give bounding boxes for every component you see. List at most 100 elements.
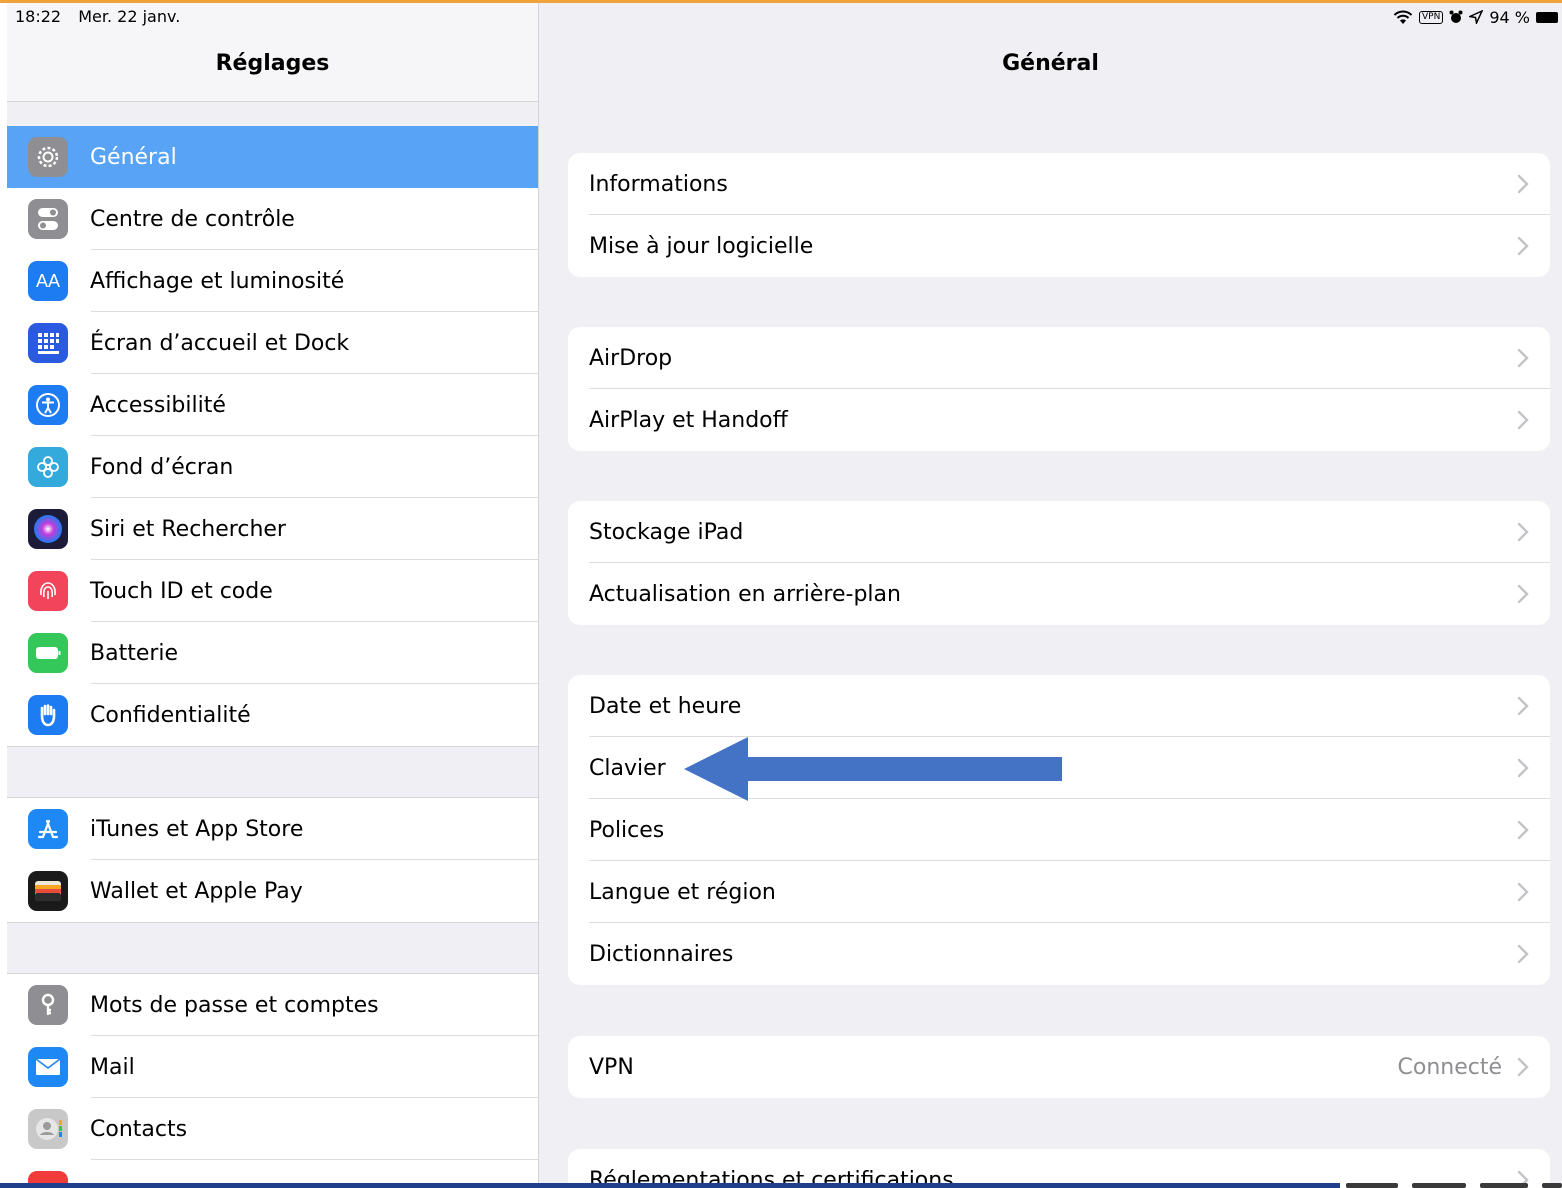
- bottom-decoration: [1346, 1183, 1562, 1188]
- accessibility-icon: [28, 385, 68, 425]
- sidebar-item-label: Siri et Rechercher: [90, 516, 286, 542]
- vpn-status-badge: VPN: [1419, 10, 1444, 24]
- sidebar-item-label: Touch ID et code: [90, 578, 273, 604]
- settings-row-polices[interactable]: Polices: [568, 799, 1550, 861]
- mail-icon: [28, 1047, 68, 1087]
- settings-row-label: AirDrop: [589, 345, 673, 371]
- settings-sidebar: Réglages Général Centre de contrôle AA Affi…: [7, 3, 539, 1183]
- sidebar-item-accessibilite[interactable]: Accessibilité: [7, 374, 538, 436]
- settings-row-label: Dictionnaires: [589, 941, 734, 967]
- sidebar-groups: Général Centre de contrôle AA Affichage et …: [7, 126, 538, 1183]
- flower-icon: [28, 447, 68, 487]
- status-bar-left: 18:22 Mer. 22 janv.: [15, 7, 192, 26]
- settings-row-label: Polices: [589, 817, 665, 843]
- settings-card: Stockage iPad Actualisation en arrière-pl…: [568, 501, 1550, 625]
- sidebar-group-separator: [7, 922, 538, 974]
- settings-row-reglementations-et-certifications[interactable]: Réglementations et certifications: [568, 1149, 1550, 1183]
- sidebar-item-label: Contacts: [90, 1116, 188, 1142]
- sidebar-item-label: Confidentialité: [90, 702, 251, 728]
- status-time: 18:22: [15, 7, 62, 26]
- sidebar-item-affichage-et-luminosite[interactable]: AA Affichage et luminosité: [7, 250, 538, 312]
- sidebar-item-label: Batterie: [90, 640, 179, 666]
- contacts-icon: [28, 1109, 68, 1149]
- sidebar-item-fond-d-ecran[interactable]: Fond d’écran: [7, 436, 538, 498]
- settings-card: Date et heure Clavier Polices Langue et rég…: [568, 675, 1550, 985]
- toggles-icon: [28, 199, 68, 239]
- settings-card: Réglementations et certifications: [568, 1149, 1550, 1183]
- siri-icon: [28, 509, 68, 549]
- settings-row-label: Réglementations et certifications: [589, 1167, 954, 1184]
- sidebar-item-calendar[interactable]: [7, 1160, 538, 1183]
- sidebar-item-label: Wallet et Apple Pay: [90, 878, 303, 904]
- settings-row-mise-a-jour-logicielle[interactable]: Mise à jour logicielle: [568, 215, 1550, 277]
- settings-row-label: Informations: [589, 171, 728, 197]
- alarm-icon: [1449, 10, 1463, 23]
- sidebar-item-mots-de-passe-et-comptes[interactable]: Mots de passe et comptes: [7, 974, 538, 1036]
- settings-row-value: Connecté: [1397, 1054, 1503, 1080]
- sidebar-item-label: Écran d’accueil et Dock: [90, 330, 350, 356]
- settings-row-label: VPN: [589, 1054, 634, 1080]
- wallet-icon: [28, 871, 68, 911]
- settings-row-label: AirPlay et Handoff: [589, 407, 788, 433]
- settings-row-airdrop[interactable]: AirDrop: [568, 327, 1550, 389]
- sidebar-item-centre-de-controle[interactable]: Centre de contrôle: [7, 188, 538, 250]
- annotation-arrow: [684, 737, 1062, 801]
- settings-card: Informations Mise à jour logicielle: [568, 153, 1550, 277]
- battery-icon: [28, 633, 68, 673]
- sidebar-item-label: Mail: [90, 1054, 135, 1080]
- key-icon: [28, 985, 68, 1025]
- battery-icon: [1536, 11, 1558, 23]
- sidebar-group: iTunes et App Store Wallet et Apple Pay: [7, 798, 538, 922]
- sidebar-item-mail[interactable]: Mail: [7, 1036, 538, 1098]
- main-title: Général: [1002, 51, 1099, 76]
- sidebar-group: Général Centre de contrôle AA Affichage et …: [7, 126, 538, 746]
- battery-percentage: 94 %: [1489, 7, 1530, 27]
- settings-row-vpn[interactable]: VPN Connecté: [568, 1036, 1550, 1098]
- sidebar-item-label: Affichage et luminosité: [90, 268, 345, 294]
- status-bar-right: VPN 94 %: [1393, 7, 1558, 27]
- settings-row-label: Stockage iPad: [589, 519, 744, 545]
- sidebar-title: Réglages: [215, 51, 330, 76]
- sidebar-group-separator: [7, 746, 538, 798]
- sidebar-group: Mots de passe et comptes Mail Contacts: [7, 974, 538, 1183]
- settings-row-label: Langue et région: [589, 879, 776, 905]
- sidebar-item-ecran-d-accueil-et-dock[interactable]: Écran d’accueil et Dock: [7, 312, 538, 374]
- settings-row-label: Actualisation en arrière-plan: [589, 581, 901, 607]
- status-date: Mer. 22 janv.: [78, 7, 181, 26]
- sidebar-item-itunes-et-app-store[interactable]: iTunes et App Store: [7, 798, 538, 860]
- sidebar-item-general[interactable]: Général: [7, 126, 538, 188]
- sidebar-item-label: Général: [90, 144, 177, 170]
- sidebar-item-wallet-et-apple-pay[interactable]: Wallet et Apple Pay: [7, 860, 538, 922]
- app-store-icon: [28, 809, 68, 849]
- settings-row-label: Mise à jour logicielle: [589, 233, 814, 259]
- sidebar-item-touch-id-et-code[interactable]: Touch ID et code: [7, 560, 538, 622]
- sidebar-item-label: Accessibilité: [90, 392, 226, 418]
- settings-row-airplay-et-handoff[interactable]: AirPlay et Handoff: [568, 389, 1550, 451]
- sidebar-item-siri-et-rechercher[interactable]: Siri et Rechercher: [7, 498, 538, 560]
- sidebar-item-label: Centre de contrôle: [90, 206, 295, 232]
- sidebar-item-label: Fond d’écran: [90, 454, 234, 480]
- hand-icon: [28, 695, 68, 735]
- settings-card: VPN Connecté: [568, 1036, 1550, 1098]
- settings-row-langue-et-region[interactable]: Langue et région: [568, 861, 1550, 923]
- home-grid-icon: [28, 323, 68, 363]
- general-panel: Général Informations Mise à jour logiciel…: [539, 3, 1562, 1183]
- settings-row-informations[interactable]: Informations: [568, 153, 1550, 215]
- settings-row-label: Clavier: [589, 755, 666, 781]
- sidebar-item-contacts[interactable]: Contacts: [7, 1098, 538, 1160]
- settings-card: AirDrop AirPlay et Handoff: [568, 327, 1550, 451]
- fingerprint-icon: [28, 571, 68, 611]
- settings-row-dictionnaires[interactable]: Dictionnaires: [568, 923, 1550, 985]
- settings-row-date-et-heure[interactable]: Date et heure: [568, 675, 1550, 737]
- sidebar-item-batterie[interactable]: Batterie: [7, 622, 538, 684]
- sidebar-item-confidentialite[interactable]: Confidentialité: [7, 684, 538, 746]
- text-size-icon: AA: [28, 261, 68, 301]
- location-icon: [1469, 10, 1484, 24]
- sidebar-item-label: iTunes et App Store: [90, 816, 304, 842]
- settings-row-actualisation-en-arriere-plan[interactable]: Actualisation en arrière-plan: [568, 563, 1550, 625]
- settings-row-stockage-ipad[interactable]: Stockage iPad: [568, 501, 1550, 563]
- window-bottom-border: [0, 1183, 1340, 1188]
- settings-row-label: Date et heure: [589, 693, 742, 719]
- gear-icon: [28, 137, 68, 177]
